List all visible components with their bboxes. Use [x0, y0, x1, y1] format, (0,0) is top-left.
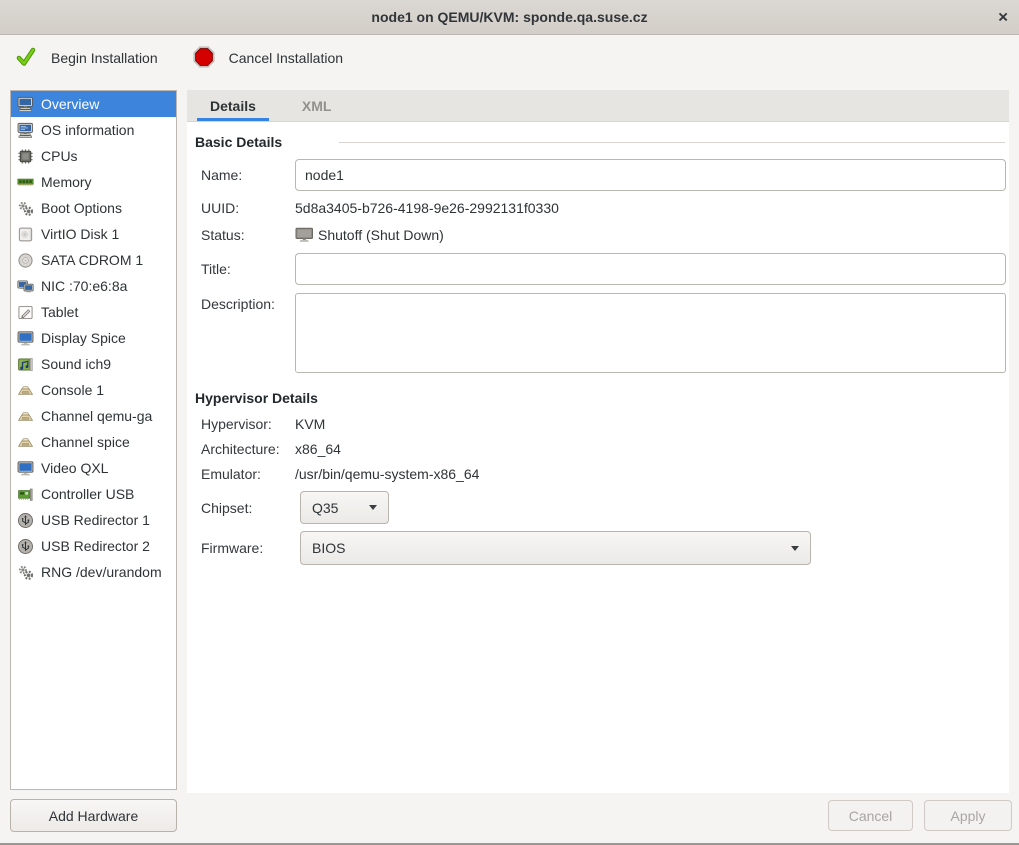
description-textarea[interactable] — [295, 293, 1006, 373]
usb-icon — [17, 512, 34, 529]
heading-rule — [339, 142, 1005, 143]
chipset-dropdown[interactable]: Q35 — [300, 491, 389, 524]
emulator-label: Emulator: — [195, 466, 295, 482]
nic-icon — [17, 278, 34, 295]
uuid-label: UUID: — [195, 200, 295, 216]
display-icon — [17, 330, 34, 347]
firmware-dropdown[interactable]: BIOS — [300, 531, 811, 565]
details-content: Basic Details Name: UUID: 5d8a3405-b726-… — [187, 122, 1009, 793]
cancel-installation-label: Cancel Installation — [229, 50, 343, 66]
sidebar-item-nic-70-e6-8a[interactable]: NIC :70:e6:8a — [11, 273, 176, 299]
cdrom-icon — [17, 252, 34, 269]
name-row: Name: — [195, 159, 1007, 191]
cancel-installation-button[interactable]: Cancel Installation — [192, 45, 343, 72]
title-input[interactable] — [295, 253, 1006, 285]
serial-icon — [17, 434, 34, 451]
sidebar-item-video-qxl[interactable]: Video QXL — [11, 455, 176, 481]
toolbar: Begin Installation Cancel Installation — [0, 35, 1019, 81]
window-title: node1 on QEMU/KVM: sponde.qa.suse.cz — [371, 9, 647, 25]
tab-strip: Details XML — [187, 90, 1009, 122]
shutoff-monitor-icon — [295, 227, 314, 244]
uuid-row: UUID: 5d8a3405-b726-4198-9e26-2992131f03… — [195, 199, 1007, 217]
description-row: Description: — [195, 293, 1007, 373]
name-label: Name: — [195, 167, 295, 183]
apply-button[interactable]: Apply — [924, 800, 1012, 831]
hardware-list: Overview OS information CPUs Memory Boot… — [10, 90, 177, 790]
sidebar-item-cpus[interactable]: CPUs — [11, 143, 176, 169]
basic-details-heading: Basic Details — [195, 133, 1007, 151]
sidebar-item-os-information[interactable]: OS information — [11, 117, 176, 143]
add-hardware-button[interactable]: Add Hardware — [10, 799, 177, 832]
sidebar-item-rng-dev-urandom[interactable]: RNG /dev/urandom — [11, 559, 176, 585]
chevron-down-icon — [791, 546, 799, 551]
hypervisor-row: Hypervisor: KVM — [195, 415, 1007, 433]
os-icon — [17, 122, 34, 139]
computer-icon — [17, 96, 34, 113]
title-label: Title: — [195, 261, 295, 277]
serial-icon — [17, 382, 34, 399]
status-row: Status: Shutoff (Shut Down) — [195, 225, 1007, 245]
architecture-row: Architecture: x86_64 — [195, 440, 1007, 458]
emulator-row: Emulator: /usr/bin/qemu-system-x86_64 — [195, 465, 1007, 483]
firmware-value: BIOS — [312, 540, 345, 556]
sidebar-item-controller-usb[interactable]: Controller USB — [11, 481, 176, 507]
tablet-icon — [17, 304, 34, 321]
firmware-label: Firmware: — [195, 540, 295, 556]
chevron-down-icon — [369, 505, 377, 510]
sidebar-item-display-spice[interactable]: Display Spice — [11, 325, 176, 351]
usb-icon — [17, 538, 34, 555]
tab-xml[interactable]: XML — [279, 90, 355, 121]
hypervisor-value: KVM — [295, 416, 325, 432]
controller-icon — [17, 486, 34, 503]
stop-icon — [192, 45, 216, 72]
disk-icon — [17, 226, 34, 243]
begin-installation-label: Begin Installation — [51, 50, 158, 66]
chipset-value: Q35 — [312, 500, 338, 516]
begin-installation-button[interactable]: Begin Installation — [14, 45, 158, 72]
gears-icon — [17, 200, 34, 217]
check-icon — [14, 45, 38, 72]
status-value: Shutoff (Shut Down) — [318, 227, 444, 243]
title-row: Title: — [195, 253, 1007, 285]
cancel-button[interactable]: Cancel — [828, 800, 913, 831]
architecture-label: Architecture: — [195, 441, 295, 457]
chipset-label: Chipset: — [195, 500, 295, 516]
sidebar-item-channel-spice[interactable]: Channel spice — [11, 429, 176, 455]
sidebar-item-sata-cdrom-1[interactable]: SATA CDROM 1 — [11, 247, 176, 273]
name-input[interactable] — [295, 159, 1006, 191]
sidebar-item-tablet[interactable]: Tablet — [11, 299, 176, 325]
sidebar-item-console-1[interactable]: Console 1 — [11, 377, 176, 403]
architecture-value: x86_64 — [295, 441, 341, 457]
emulator-value: /usr/bin/qemu-system-x86_64 — [295, 466, 479, 482]
serial-icon — [17, 408, 34, 425]
details-panel: Details XML Basic Details Name: UUID: 5d… — [187, 90, 1009, 793]
video-icon — [17, 460, 34, 477]
sidebar-item-usb-redirector-1[interactable]: USB Redirector 1 — [11, 507, 176, 533]
sidebar-item-boot-options[interactable]: Boot Options — [11, 195, 176, 221]
close-icon[interactable]: × — [998, 9, 1008, 26]
sidebar-item-sound-ich9[interactable]: Sound ich9 — [11, 351, 176, 377]
status-label: Status: — [195, 227, 295, 243]
hypervisor-label: Hypervisor: — [195, 416, 295, 432]
uuid-value: 5d8a3405-b726-4198-9e26-2992131f0330 — [295, 200, 559, 216]
memory-icon — [17, 174, 34, 191]
sidebar-item-usb-redirector-2[interactable]: USB Redirector 2 — [11, 533, 176, 559]
titlebar[interactable]: node1 on QEMU/KVM: sponde.qa.suse.cz × — [0, 0, 1019, 35]
firmware-row: Firmware: BIOS — [195, 531, 1007, 565]
sidebar-item-channel-qemu-ga[interactable]: Channel qemu-ga — [11, 403, 176, 429]
virt-manager-window: { "window": { "title": "node1 on QEMU/KV… — [0, 0, 1019, 845]
sidebar-item-virtio-disk-1[interactable]: VirtIO Disk 1 — [11, 221, 176, 247]
hypervisor-details-heading: Hypervisor Details — [195, 389, 1007, 407]
sidebar-item-overview[interactable]: Overview — [11, 91, 176, 117]
tab-details[interactable]: Details — [187, 90, 279, 121]
chipset-row: Chipset: Q35 — [195, 491, 1007, 524]
description-label: Description: — [195, 293, 295, 312]
cpu-icon — [17, 148, 34, 165]
sound-icon — [17, 356, 34, 373]
gears-icon — [17, 564, 34, 581]
sidebar-item-memory[interactable]: Memory — [11, 169, 176, 195]
